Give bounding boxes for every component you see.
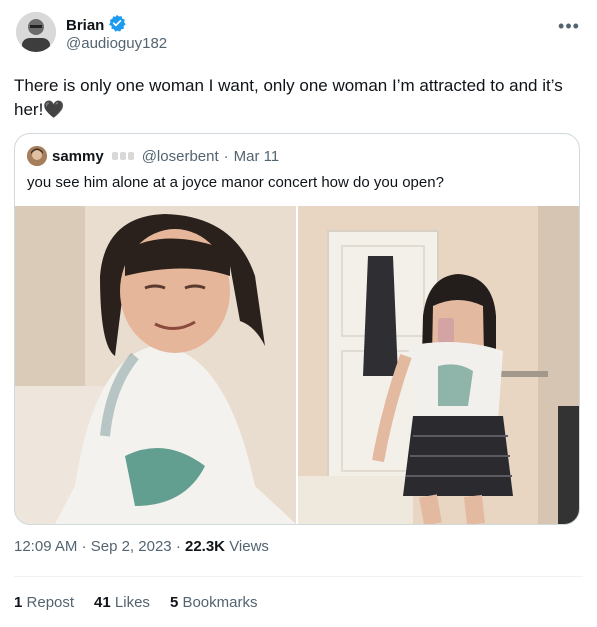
reposts-count: 1 xyxy=(14,594,23,611)
photo-selfie-closeup[interactable] xyxy=(15,206,296,524)
views-count: 22.3K xyxy=(184,538,226,555)
bookmarks-label: Bookmarks xyxy=(182,594,258,611)
tweet-date[interactable]: Sep 2, 2023 xyxy=(91,538,172,555)
black-heart-emoji: 🖤 xyxy=(43,100,65,119)
tweet-time[interactable]: 12:09 AM xyxy=(14,538,77,555)
author-handle[interactable]: @audioguy182 xyxy=(66,35,167,52)
author-name-row[interactable]: Brian xyxy=(66,14,126,37)
reposts-stat[interactable]: 1 Repost xyxy=(14,594,74,611)
quoted-author-avatar[interactable] xyxy=(27,146,47,166)
quoted-author-name[interactable]: sammy xyxy=(52,148,104,165)
tweet-text: There is only one woman I want, only one… xyxy=(14,74,584,122)
quoted-tweet-date[interactable]: Mar 11 xyxy=(234,148,280,165)
tweet-metadata: 12:09 AM · Sep 2, 2023 · 22.3K Views xyxy=(14,538,269,555)
quoted-tweet-text: you see him alone at a joyce manor conce… xyxy=(27,174,444,191)
likes-label: Likes xyxy=(114,594,150,611)
more-options-icon[interactable]: ••• xyxy=(555,12,583,40)
bookmarks-count: 5 xyxy=(169,594,179,611)
separator-dot: · xyxy=(175,538,181,555)
author-name[interactable]: Brian xyxy=(66,17,104,34)
reposts-label: Repost xyxy=(26,594,75,611)
quoted-tweet-header: sammy @loserbent · Mar 11 xyxy=(27,146,279,166)
likes-count: 41 xyxy=(94,594,111,611)
tweet: Brian @audioguy182 ••• There is only one… xyxy=(0,0,597,627)
engagement-stats: 1 Repost 41 Likes 5 Bookmarks xyxy=(14,594,257,611)
photo-mirror-selfie[interactable] xyxy=(298,206,579,524)
separator-dot: · xyxy=(223,147,229,165)
tweet-body: There is only one woman I want, only one… xyxy=(14,76,563,119)
quoted-tweet[interactable]: sammy @loserbent · Mar 11 you see him al… xyxy=(14,133,580,525)
views-label: Views xyxy=(229,538,269,555)
quoted-tweet-media xyxy=(15,206,579,524)
separator-dot: · xyxy=(81,538,87,555)
author-avatar[interactable] xyxy=(16,12,56,52)
verified-badge-icon xyxy=(108,14,126,37)
divider xyxy=(14,576,583,577)
quoted-author-name-emoji xyxy=(111,152,134,160)
likes-stat[interactable]: 41 Likes xyxy=(94,594,150,611)
bookmarks-stat[interactable]: 5 Bookmarks xyxy=(170,594,258,611)
quoted-author-handle[interactable]: @loserbent xyxy=(142,148,219,165)
